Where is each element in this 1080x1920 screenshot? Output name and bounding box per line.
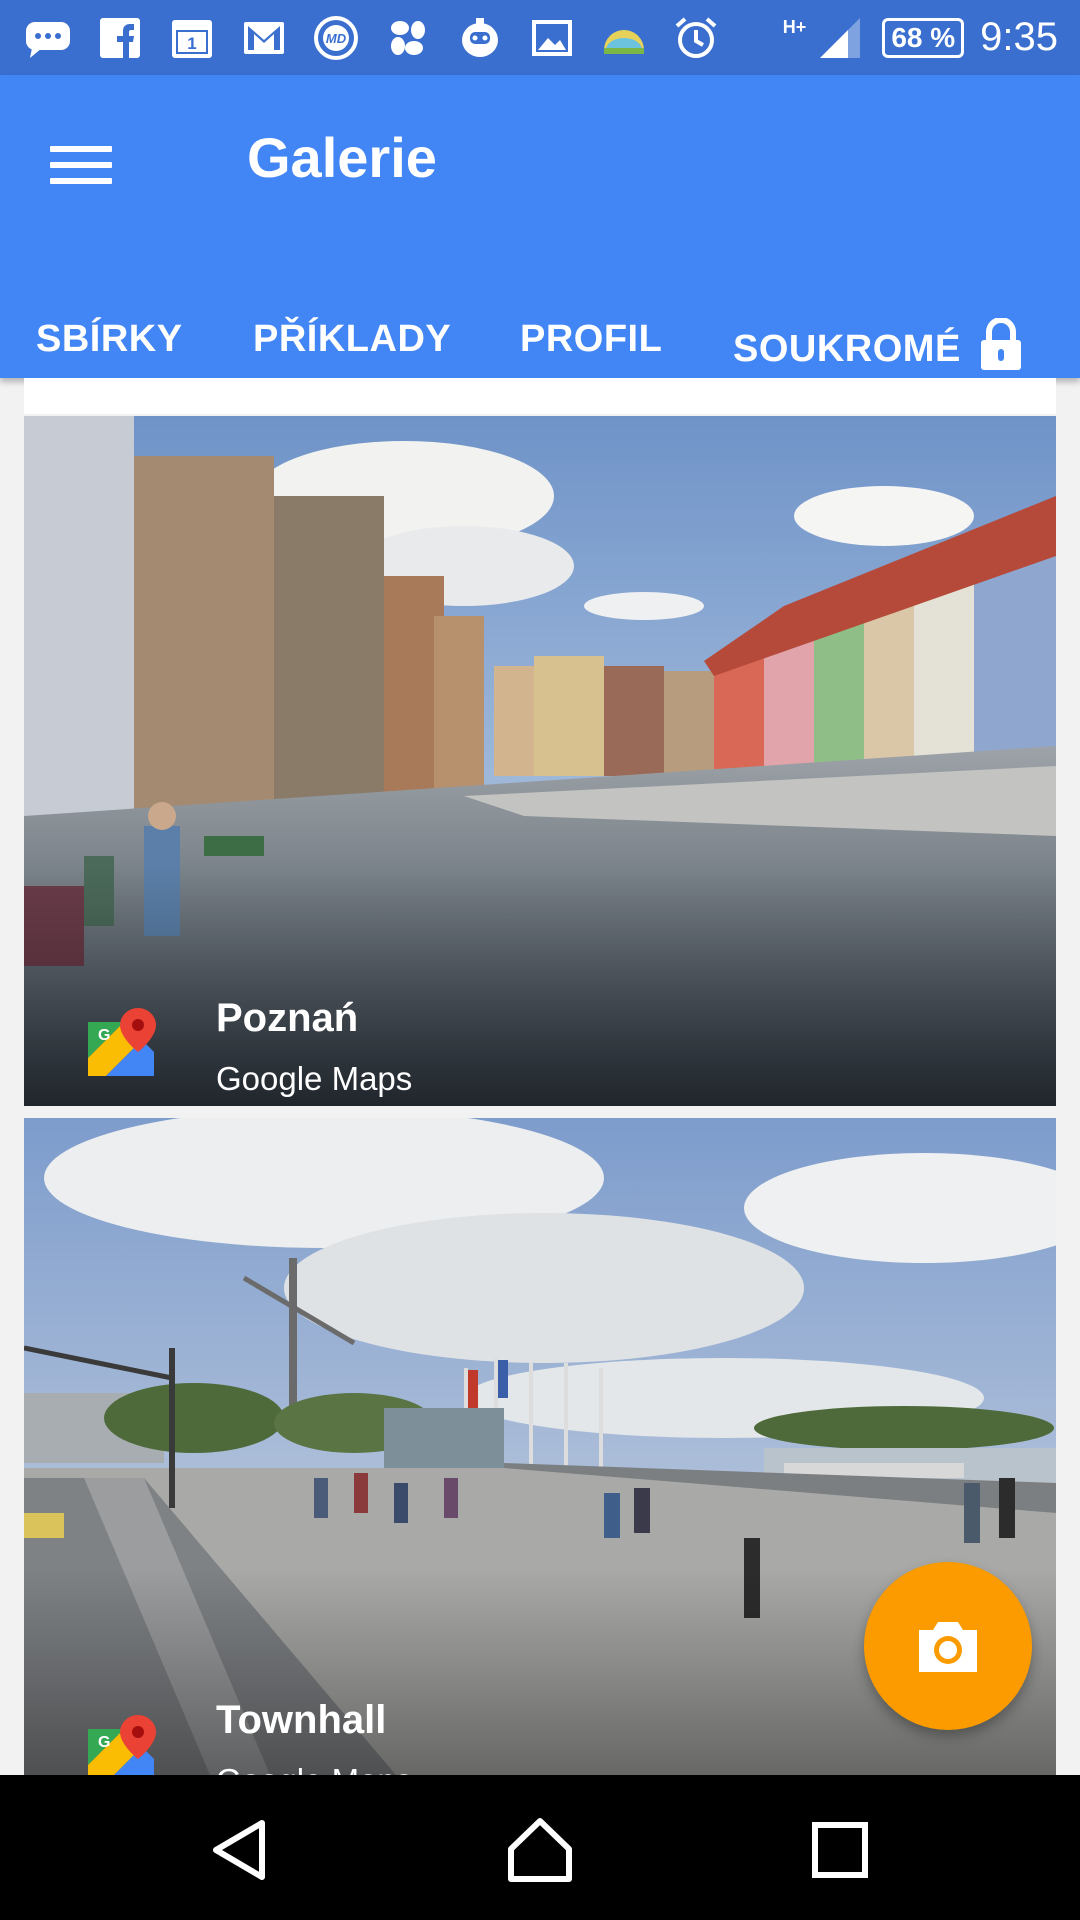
card-title: Poznań <box>216 996 359 1040</box>
robot-icon <box>454 12 506 64</box>
hamburger-menu-icon[interactable] <box>50 135 120 195</box>
card-subtitle: Google Maps <box>216 1762 412 1775</box>
lock-icon <box>979 317 1023 380</box>
status-bar: 1 MD H+ 68 % 9:35 <box>0 0 1080 75</box>
back-icon[interactable] <box>196 1805 286 1895</box>
status-right: H+ 68 % 9:35 <box>783 12 1058 64</box>
photo-card-poznan[interactable]: G Poznań Google Maps <box>24 416 1056 1106</box>
gallery-icon <box>526 12 578 64</box>
svg-text:1: 1 <box>187 34 196 53</box>
tab-private-label: SOUKROMÉ <box>733 327 961 370</box>
calendar-icon: 1 <box>166 12 218 64</box>
pinwheel-icon <box>382 12 434 64</box>
tab-examples[interactable]: PŘÍKLADY <box>253 318 451 361</box>
previous-card-edge <box>24 378 1056 414</box>
camera-fab-button[interactable] <box>864 1562 1032 1730</box>
tab-collections[interactable]: SBÍRKY <box>36 318 183 361</box>
tab-profile[interactable]: PROFIL <box>520 318 662 361</box>
gallery-list: G Poznań Google Maps G Townhall <box>0 378 1080 1775</box>
clock: 9:35 <box>980 15 1058 59</box>
facebook-icon <box>94 12 146 64</box>
card-gradient <box>24 866 1056 1106</box>
card-title: Townhall <box>216 1698 387 1742</box>
network-type: H+ <box>782 17 807 37</box>
card-subtitle: Google Maps <box>216 1060 413 1097</box>
svg-text:G: G <box>98 1027 110 1044</box>
system-nav-bar <box>0 1775 1080 1920</box>
svg-text:G: G <box>98 1734 110 1751</box>
camera-icon <box>919 1622 977 1672</box>
google-maps-icon: G <box>86 1715 156 1775</box>
messages-icon <box>22 12 74 64</box>
battery-indicator: 68 % <box>882 17 965 58</box>
page-title: Galerie <box>247 126 437 189</box>
svg-text:MD: MD <box>326 31 347 46</box>
signal-icon <box>814 12 866 64</box>
weather-icon <box>598 12 650 64</box>
tab-bar: SBÍRKY PŘÍKLADY PROFIL SOUKROMÉ <box>0 290 1080 380</box>
home-icon[interactable] <box>495 1805 585 1895</box>
recents-icon[interactable] <box>795 1805 885 1895</box>
alarm-icon <box>670 12 722 64</box>
tab-private[interactable]: SOUKROMÉ <box>733 317 1023 380</box>
notification-icons: 1 MD <box>22 12 722 64</box>
gmail-icon <box>238 12 290 64</box>
google-maps-icon: G <box>86 1008 156 1080</box>
screen: 1 MD H+ 68 % 9:35 Galerie SBÍRKY PŘÍKLAD… <box>0 0 1080 1920</box>
md-icon: MD <box>310 12 362 64</box>
app-bar: Galerie SBÍRKY PŘÍKLADY PROFIL SOUKROMÉ <box>0 75 1080 378</box>
